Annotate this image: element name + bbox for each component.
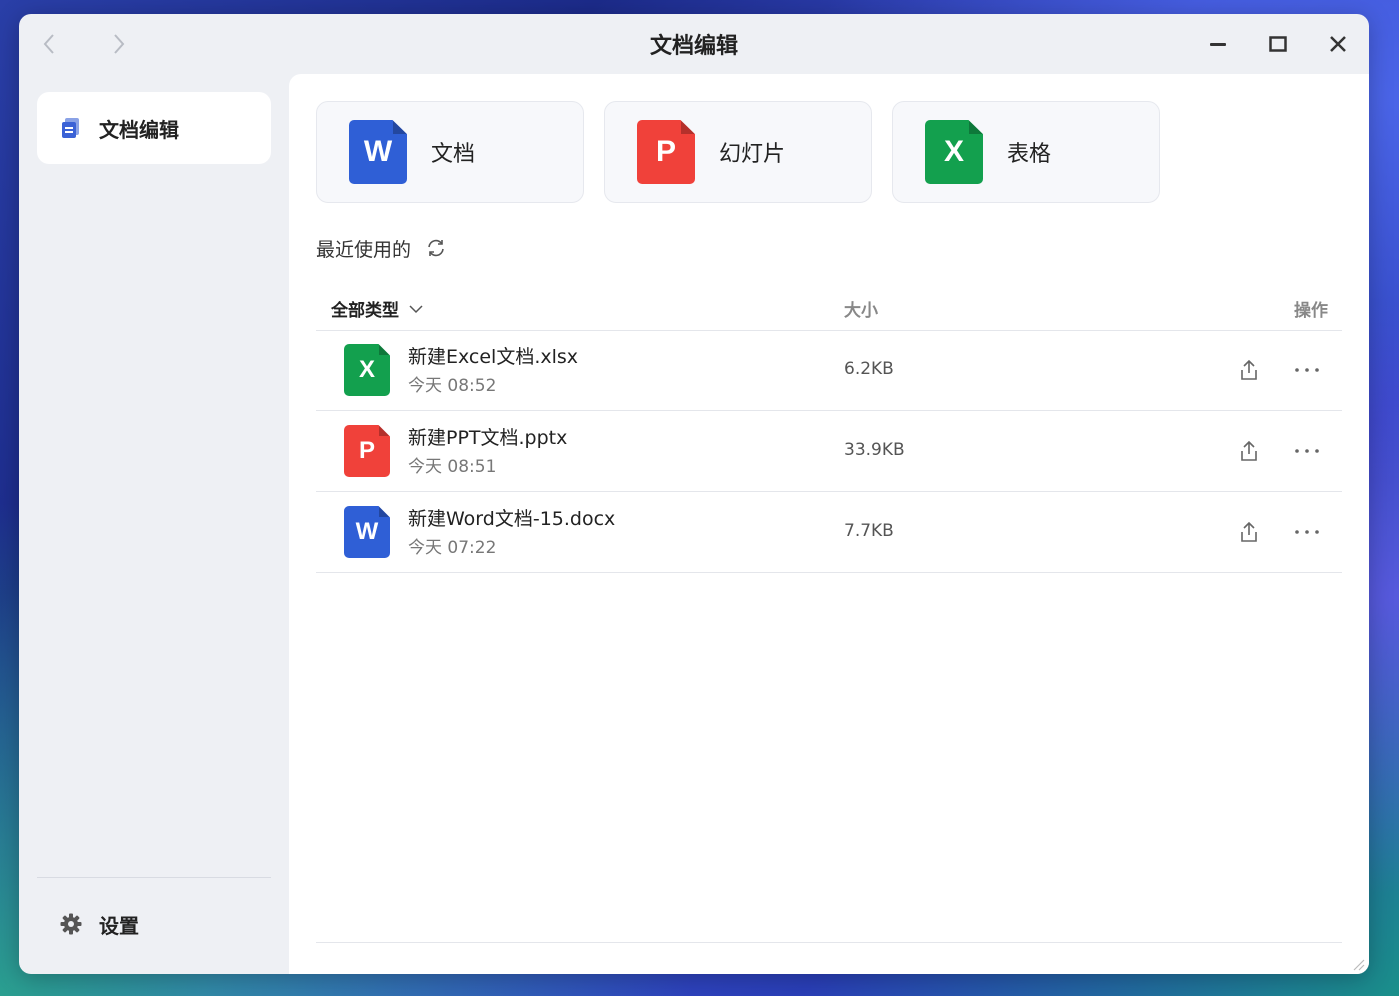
sidebar: 文档编辑 设置 (19, 74, 289, 974)
column-header-size: 大小 (844, 301, 878, 321)
new-spreadsheet-card[interactable]: X 表格 (892, 101, 1160, 203)
new-document-card[interactable]: W 文档 (316, 101, 584, 203)
sidebar-item-document-editor[interactable]: 文档编辑 (37, 92, 271, 164)
more-options-icon[interactable] (1292, 519, 1322, 545)
file-size: 6.2KB (844, 359, 894, 379)
document-stack-icon (59, 116, 83, 140)
share-icon[interactable] (1236, 357, 1262, 383)
close-button[interactable] (1324, 30, 1352, 58)
recent-title: 最近使用的 (316, 238, 412, 261)
file-size: 33.9KB (844, 440, 905, 460)
sidebar-settings-label: 设置 (99, 913, 139, 938)
table-row[interactable]: X 新建Excel文档.xlsx 今天 08:52 6.2KB (316, 330, 1342, 411)
maximize-button[interactable] (1264, 30, 1292, 58)
main-panel: W 文档 P 幻灯片 X 表格 最近使用的 全部类型 大小 操作 X 新建Exc… (289, 74, 1369, 974)
card-label: 幻灯片 (719, 142, 786, 167)
file-name: 新建PPT文档.pptx (408, 427, 568, 449)
card-label: 表格 (1007, 142, 1052, 167)
minimize-icon (1210, 43, 1226, 46)
ppt-file-icon: P (637, 120, 695, 184)
share-icon[interactable] (1236, 438, 1262, 464)
file-time: 今天 08:52 (408, 376, 497, 396)
window-title: 文档编辑 (649, 34, 738, 59)
close-icon (1330, 36, 1346, 52)
word-file-icon: W (344, 506, 390, 558)
ppt-file-icon: P (344, 425, 390, 477)
more-options-icon[interactable] (1292, 357, 1322, 383)
chevron-down-icon (409, 302, 423, 316)
excel-file-icon: X (344, 344, 390, 396)
word-file-icon: W (349, 120, 407, 184)
share-icon[interactable] (1236, 519, 1262, 545)
file-name: 新建Excel文档.xlsx (408, 346, 579, 368)
sidebar-item-settings[interactable]: 设置 (37, 900, 271, 948)
new-slides-card[interactable]: P 幻灯片 (604, 101, 872, 203)
gear-icon (59, 912, 83, 936)
refresh-icon[interactable] (425, 237, 447, 259)
file-name: 新建Word文档-15.docx (408, 508, 616, 530)
table-row[interactable]: W 新建Word文档-15.docx 今天 07:22 7.7KB (316, 492, 1342, 573)
app-window: 文档编辑 文档编辑 设置 W 文档 P 幻灯片 X 表格 最近使用的 全部类型 … (19, 14, 1369, 974)
maximize-icon (1269, 36, 1287, 52)
column-header-actions: 操作 (1294, 301, 1328, 321)
title-bar: 文档编辑 (19, 14, 1369, 74)
sidebar-divider (37, 877, 271, 878)
file-size: 7.7KB (844, 521, 894, 541)
minimize-button[interactable] (1204, 30, 1232, 58)
list-bottom-divider (316, 942, 1342, 943)
type-filter-label: 全部类型 (331, 301, 399, 321)
more-options-icon[interactable] (1292, 438, 1322, 464)
table-header: 全部类型 大小 操作 (316, 288, 1342, 331)
file-time: 今天 08:51 (408, 457, 497, 477)
table-row[interactable]: P 新建PPT文档.pptx 今天 08:51 33.9KB (316, 411, 1342, 492)
file-time: 今天 07:22 (408, 538, 497, 558)
sidebar-item-label: 文档编辑 (99, 117, 179, 142)
type-filter-dropdown[interactable]: 全部类型 (331, 296, 423, 321)
resize-grip-icon[interactable] (1351, 956, 1365, 971)
card-label: 文档 (431, 142, 476, 167)
excel-file-icon: X (925, 120, 983, 184)
recent-header: 最近使用的 (316, 234, 447, 262)
